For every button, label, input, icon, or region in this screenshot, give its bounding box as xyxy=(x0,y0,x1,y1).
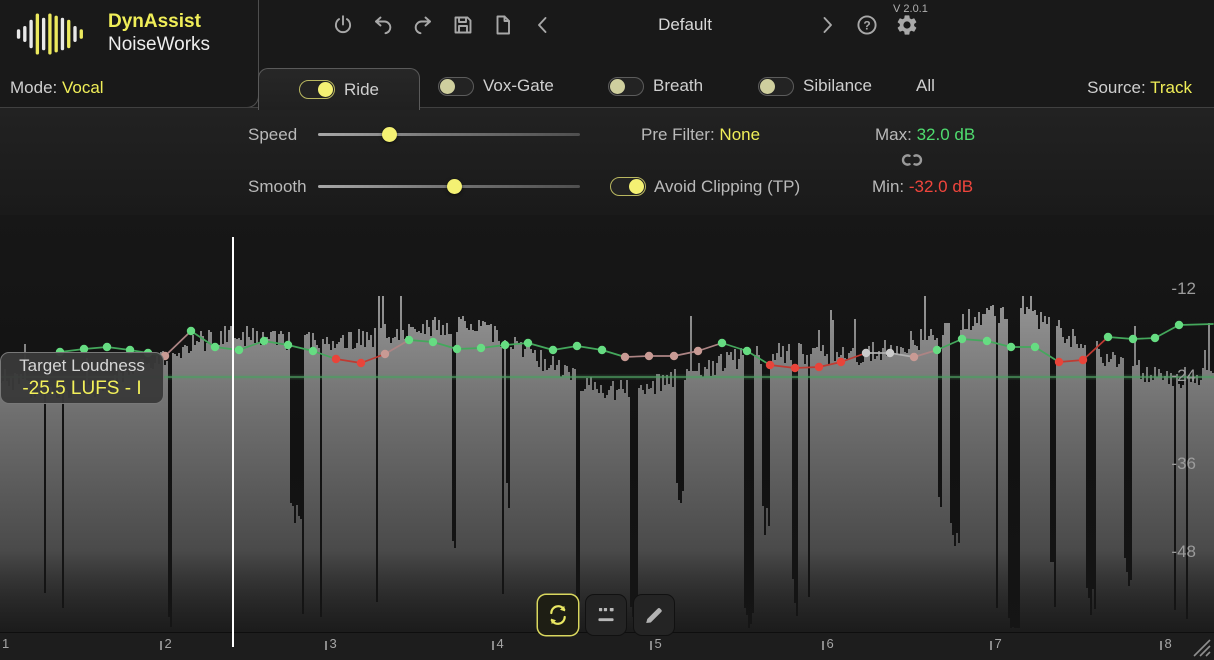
tab-all[interactable]: All xyxy=(916,76,935,96)
db-tick-label: -12 xyxy=(1150,279,1196,299)
speed-slider[interactable] xyxy=(318,133,580,136)
timeline-number: 7 xyxy=(995,636,1002,651)
plugin-window: DynAssist NoiseWorks Default ? V xyxy=(0,0,1214,660)
timeline-number: 5 xyxy=(655,636,662,651)
tab-ride[interactable]: Ride xyxy=(258,68,420,110)
svg-text:?: ? xyxy=(863,18,870,32)
new-file-icon[interactable] xyxy=(490,12,516,38)
tab-label: Sibilance xyxy=(803,76,872,96)
smooth-label: Smooth xyxy=(248,177,307,197)
pencil-icon xyxy=(641,602,667,628)
sync-icon xyxy=(545,602,571,628)
waveform-display[interactable] xyxy=(0,215,1214,632)
speed-slider-knob[interactable] xyxy=(382,127,397,142)
avoid-clipping-label: Avoid Clipping (TP) xyxy=(654,177,800,197)
prefilter-value[interactable]: None xyxy=(719,125,760,144)
max-db-value: 32.0 dB xyxy=(917,125,976,144)
tab-label: Ride xyxy=(344,80,379,100)
timeline-number: 6 xyxy=(827,636,834,651)
timeline-marker: 2 xyxy=(160,636,172,651)
tab-label: All xyxy=(916,76,935,96)
timeline-ruler[interactable]: 1 2 3 4 5 6 7 8 xyxy=(0,636,1214,658)
toolbar: Default ? xyxy=(330,8,920,42)
speed-label: Speed xyxy=(248,125,297,145)
timeline-tick xyxy=(650,641,652,650)
min-db-value: -32.0 dB xyxy=(909,177,973,196)
preset-name[interactable]: Default xyxy=(570,15,800,35)
timeline-marker: 3 xyxy=(325,636,337,651)
mode-value[interactable]: Vocal xyxy=(62,78,104,97)
resize-handle-icon[interactable] xyxy=(1186,634,1212,658)
tooltip-value: -25.5 LUFS - I xyxy=(22,377,141,402)
timeline-tick xyxy=(492,641,494,650)
timeline-number: 8 xyxy=(1165,636,1172,651)
tooltip-title: Target Loudness xyxy=(19,355,145,377)
prefilter-label: Pre Filter: None xyxy=(641,125,760,145)
settings-gear-icon[interactable] xyxy=(894,12,920,38)
vox-gate-toggle[interactable] xyxy=(438,77,474,96)
breath-toggle[interactable] xyxy=(608,77,644,96)
max-db-readout[interactable]: Max: 32.0 dB xyxy=(875,125,975,145)
next-preset-icon[interactable] xyxy=(814,12,840,38)
source-label: Source: Track xyxy=(1087,78,1192,98)
db-tick-label: -36 xyxy=(1150,454,1196,474)
db-tick-label: -24 xyxy=(1150,366,1196,386)
timeline-tick xyxy=(160,641,162,650)
ride-toggle[interactable] xyxy=(299,80,335,99)
tab-breath[interactable]: Breath xyxy=(608,76,703,96)
timeline-tick xyxy=(325,641,327,650)
sibilance-toggle[interactable] xyxy=(758,77,794,96)
timeline-number: 3 xyxy=(330,636,337,651)
mode-label: Mode: Vocal xyxy=(10,78,104,98)
tab-vox-gate[interactable]: Vox-Gate xyxy=(438,76,554,96)
timeline-marker: 1 xyxy=(2,636,9,651)
timeline-number: 1 xyxy=(2,636,9,651)
undo-icon[interactable] xyxy=(370,12,396,38)
noiseworks-logo-icon xyxy=(12,11,92,57)
timeline-number: 4 xyxy=(497,636,504,651)
version-label: V 2.0.1 xyxy=(893,3,928,15)
automation-points-icon xyxy=(593,602,619,628)
points-mode-button[interactable] xyxy=(586,595,626,635)
tab-label: Breath xyxy=(653,76,703,96)
auto-recalculate-button[interactable] xyxy=(538,595,578,635)
timeline-marker: 8 xyxy=(1160,636,1172,651)
tab-label: Vox-Gate xyxy=(483,76,554,96)
controls-panel xyxy=(0,108,1214,215)
brand-title: DynAssist xyxy=(108,11,201,33)
timeline-number: 2 xyxy=(165,636,172,651)
avoid-clipping-toggle[interactable] xyxy=(610,177,646,196)
company-title: NoiseWorks xyxy=(108,34,210,56)
timeline-tick xyxy=(822,641,824,650)
timeline-marker: 5 xyxy=(650,636,662,651)
source-value[interactable]: Track xyxy=(1150,78,1192,97)
redo-icon[interactable] xyxy=(410,12,436,38)
tab-sibilance[interactable]: Sibilance xyxy=(758,76,872,96)
timeline-marker: 4 xyxy=(492,636,504,651)
help-icon[interactable]: ? xyxy=(854,12,880,38)
smooth-slider[interactable] xyxy=(318,185,580,188)
timeline-tick xyxy=(1160,641,1162,650)
timeline-marker: 6 xyxy=(822,636,834,651)
unlink-icon[interactable] xyxy=(897,148,927,172)
db-tick-label: -48 xyxy=(1150,542,1196,562)
prev-preset-icon[interactable] xyxy=(530,12,556,38)
timeline-tick xyxy=(990,641,992,650)
wave-buttons-row xyxy=(538,595,674,635)
draw-mode-button[interactable] xyxy=(634,595,674,635)
target-loudness-tooltip: Target Loudness -25.5 LUFS - I xyxy=(0,352,164,404)
timeline-marker: 7 xyxy=(990,636,1002,651)
power-icon[interactable] xyxy=(330,12,356,38)
save-icon[interactable] xyxy=(450,12,476,38)
min-db-readout[interactable]: Min: -32.0 dB xyxy=(872,177,973,197)
